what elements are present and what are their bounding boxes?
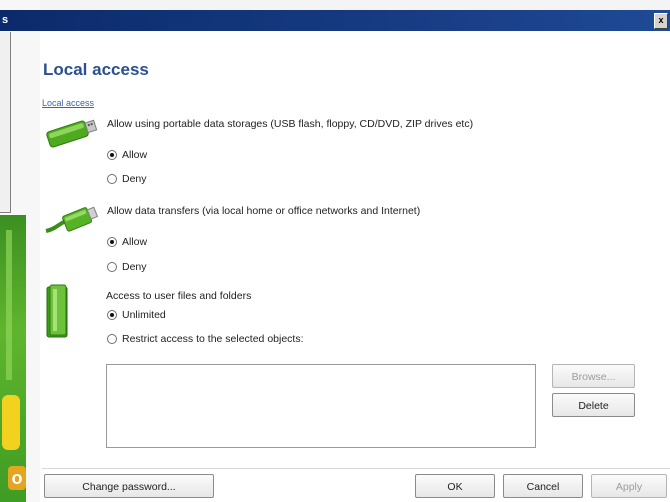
radio-checked-indicator[interactable] — [107, 310, 117, 320]
radio-label: Allow — [122, 236, 148, 248]
dialog-titlebar: s x — [0, 10, 670, 31]
portable-allow-radio[interactable]: Allow — [107, 149, 147, 161]
files-unlimited-radio[interactable]: Unlimited — [107, 309, 166, 321]
page-title: Local access — [43, 60, 149, 79]
cancel-button[interactable]: Cancel — [503, 474, 583, 498]
transfers-allow-radio[interactable]: Allow — [107, 236, 147, 248]
close-button[interactable]: x — [654, 13, 668, 29]
footer-separator — [42, 468, 670, 469]
portable-deny-radio[interactable]: Deny — [107, 173, 147, 185]
radio-label: Allow — [122, 149, 148, 161]
background-window-strip — [0, 0, 670, 10]
change-password-button[interactable]: Change password... — [44, 474, 214, 498]
selected-objects-list[interactable] — [106, 364, 536, 448]
delete-button[interactable]: Delete — [552, 393, 635, 417]
data-transfers-description: Allow data transfers (via local home or … — [107, 205, 421, 217]
radio-checked-indicator[interactable] — [107, 150, 117, 160]
window-title: s — [2, 14, 9, 26]
portable-storage-description: Allow using portable data storages (USB … — [107, 118, 474, 130]
radio-label: Unlimited — [122, 309, 166, 321]
files-restrict-radio[interactable]: Restrict access to the selected objects: — [107, 333, 304, 345]
radio-unchecked-indicator[interactable] — [107, 262, 117, 272]
files-folders-description: Access to user files and folders — [106, 290, 252, 302]
ok-button[interactable]: OK — [415, 474, 495, 498]
radio-unchecked-indicator[interactable] — [107, 334, 117, 344]
radio-label: Restrict access to the selected objects: — [122, 333, 304, 345]
radio-label: Deny — [122, 173, 147, 185]
transfers-deny-radio[interactable]: Deny — [107, 261, 147, 273]
radio-unchecked-indicator[interactable] — [107, 174, 117, 184]
radio-checked-indicator[interactable] — [107, 237, 117, 247]
local-access-dialog: s x ? Local access Local access Allow us… — [0, 10, 670, 502]
usb-drive-icon — [46, 119, 98, 148]
browse-button[interactable]: Browse... — [552, 364, 635, 388]
section-link-local-access[interactable]: Local access — [42, 98, 94, 108]
network-cable-icon — [45, 206, 99, 233]
radio-label: Deny — [122, 261, 147, 273]
apply-button[interactable]: Apply — [591, 474, 667, 498]
folder-icon — [46, 284, 68, 338]
dialog-content: Local access Local access Allow using po… — [40, 31, 670, 502]
